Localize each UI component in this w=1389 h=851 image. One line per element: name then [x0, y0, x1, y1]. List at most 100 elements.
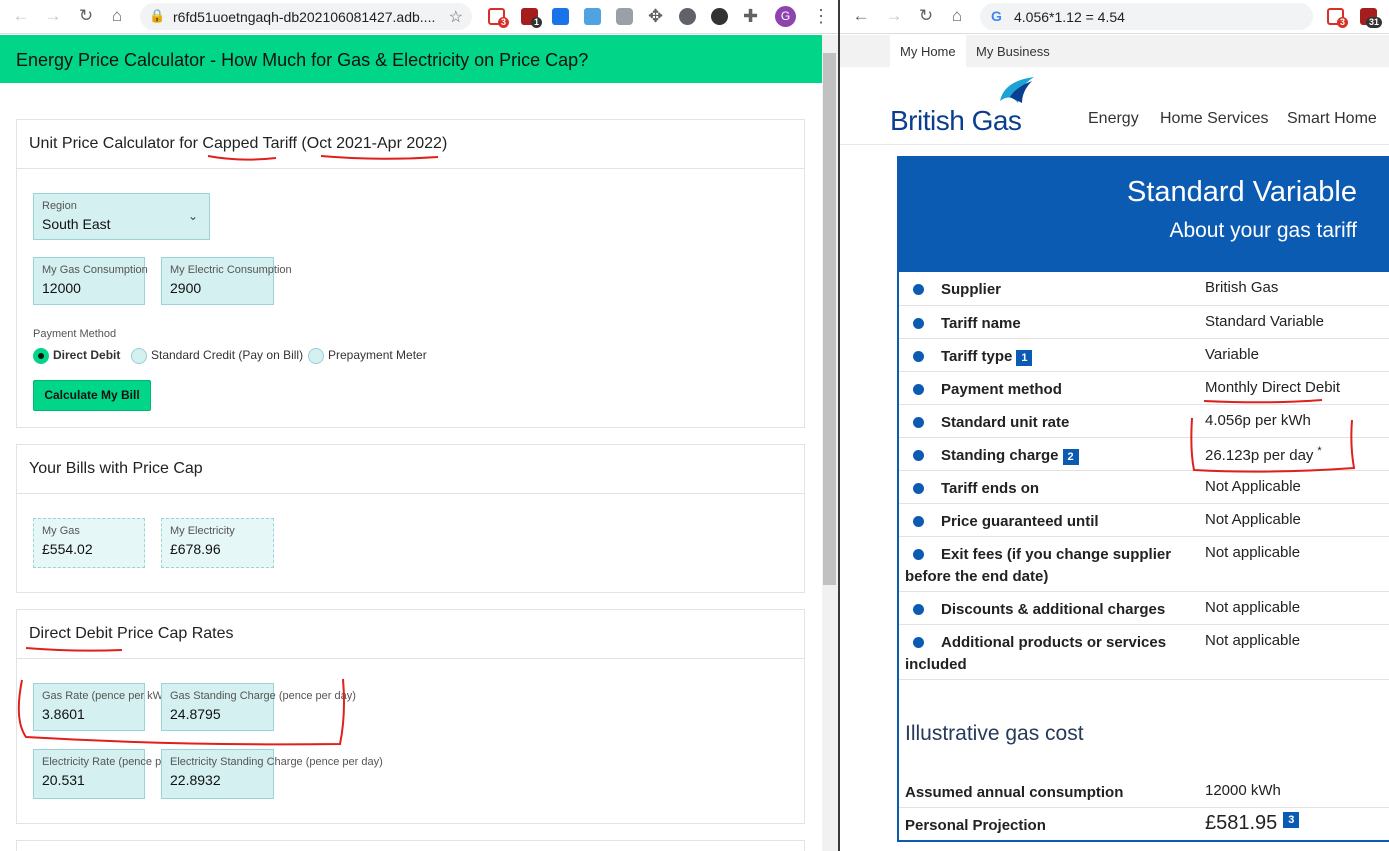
chevron-down-icon: ⌄	[187, 209, 198, 223]
electricity-rate-value: 20.531	[42, 772, 85, 788]
tariff-row: Tariff name Standard Variable	[899, 306, 1389, 339]
row-value: Not applicable	[1205, 544, 1301, 561]
region-select[interactable]: Region South East ⌄	[33, 193, 210, 240]
image-extension-icon[interactable]	[584, 8, 601, 25]
illustrative-cost-heading: Illustrative gas cost	[905, 722, 1084, 745]
reload-icon[interactable]: ↻	[75, 5, 97, 27]
reload-icon[interactable]: ↻	[915, 5, 937, 27]
todo-extension-icon[interactable]	[552, 8, 569, 25]
tab-my-business[interactable]: My Business	[966, 35, 1060, 67]
back-icon[interactable]: ←	[10, 5, 32, 27]
site-main-nav: British Gas Energy Home Services Smart H…	[840, 67, 1389, 145]
gas-standing-charge-field[interactable]: Gas Standing Charge (pence per day) 24.8…	[161, 683, 356, 731]
electric-consumption-value: 2900	[170, 280, 202, 296]
gas-bill-value: £554.02	[42, 541, 93, 557]
avatar[interactable]: G	[775, 6, 796, 27]
nav-home-services[interactable]: Home Services	[1160, 110, 1268, 128]
calculator-card-title: Unit Price Calculator for Capped Tariff …	[17, 120, 804, 169]
electric-consumption-label: My Electric Consumption	[170, 264, 292, 276]
info-badge[interactable]: 2	[1062, 449, 1079, 465]
camera-icon[interactable]	[616, 8, 633, 25]
calendar-badge: 1	[531, 17, 543, 28]
radio-direct-debit-label: Direct Debit	[53, 348, 121, 363]
row-value: Not Applicable	[1205, 478, 1301, 495]
radio-direct-debit[interactable]: Direct Debit	[33, 348, 120, 366]
gas-rate-field[interactable]: Gas Rate (pence per kWh) 3.8601	[33, 683, 173, 731]
radio-dot-selected	[33, 348, 49, 364]
row-key: Standard unit rate	[941, 414, 1070, 431]
flame-logo-icon	[1000, 77, 1034, 103]
address-bar[interactable]: 🔒 r6fd51uoetngaqh-db202106081427.adb....…	[140, 3, 472, 30]
move-icon[interactable]: ✥	[648, 7, 663, 25]
fire-extension-icon[interactable]	[711, 8, 728, 25]
row-key: Price guaranteed until	[941, 513, 1099, 530]
calendar-badge: 31	[1366, 17, 1383, 28]
menu-icon[interactable]: ⋮	[812, 7, 830, 25]
radio-dot	[308, 348, 324, 364]
radio-standard-credit[interactable]: Standard Credit (Pay on Bill)	[131, 348, 303, 366]
electricity-bill-value: £678.96	[170, 541, 221, 557]
gas-consumption-label: My Gas Consumption	[42, 264, 148, 276]
lock-icon: 🔒	[149, 8, 166, 23]
puzzle-icon[interactable]: ✚	[743, 7, 758, 25]
row-value: Not Applicable	[1205, 511, 1301, 528]
row-value: British Gas	[1205, 279, 1279, 296]
gas-standing-charge-label: Gas Standing Charge (pence per day)	[170, 690, 356, 702]
electricity-rate-field[interactable]: Electricity Rate (pence per kWh) 20.531	[33, 749, 200, 799]
electricity-standing-charge-field[interactable]: Electricity Standing Charge (pence per d…	[161, 749, 383, 799]
row-key: Payment method	[941, 381, 1062, 398]
bills-card-title: Your Bills with Price Cap	[17, 445, 804, 494]
gmail-badge: 3	[498, 17, 510, 28]
row-key: Assumed annual consumption	[905, 784, 1124, 801]
info-badge[interactable]: 3	[1283, 812, 1300, 828]
next-card	[16, 840, 805, 851]
tariff-row: Standing charge 2 26.123p per day *	[899, 438, 1389, 471]
home-icon[interactable]: ⌂	[106, 5, 128, 27]
row-key: Tariff ends on	[941, 480, 1040, 497]
tariff-subheading: About your gas tariff	[1169, 219, 1357, 242]
tab-my-home[interactable]: My Home	[890, 35, 966, 67]
radio-prepayment[interactable]: Prepayment Meter	[308, 348, 427, 366]
forward-icon[interactable]: →	[42, 5, 64, 27]
tariff-info-box: Standard Variable About your gas tariff …	[897, 156, 1389, 842]
tariff-row: Standard unit rate 4.056p per kWh	[899, 405, 1389, 438]
row-key: Tariff type	[941, 348, 1013, 365]
row-value-with-note: 26.123p per day *	[1205, 445, 1322, 464]
address-bar[interactable]: G 4.056*1.12 = 4.54	[980, 3, 1313, 30]
tariff-row: Payment method Monthly Direct Debit	[899, 372, 1389, 405]
tariff-header: Standard Variable About your gas tariff	[899, 158, 1389, 272]
gas-bill-label: My Gas	[42, 525, 80, 537]
row-key: Personal Projection	[905, 817, 1046, 834]
right-browser-toolbar: ← → ↻ ⌂ G 4.056*1.12 = 4.54 3 31	[840, 0, 1389, 34]
radio-standard-credit-label: Standard Credit (Pay on Bill)	[151, 348, 304, 363]
british-gas-logo[interactable]: British Gas	[890, 105, 1022, 137]
row-key: Exit fees (if you change supplier before…	[905, 546, 1172, 585]
vimium-extension-icon[interactable]	[679, 8, 696, 25]
tariff-row: Tariff type 1 Variable	[899, 339, 1389, 372]
forward-icon[interactable]: →	[883, 5, 905, 27]
tariff-row: Additional products or services included…	[899, 625, 1389, 680]
star-icon[interactable]: ☆	[449, 7, 463, 27]
radio-prepayment-label: Prepayment Meter	[328, 348, 427, 363]
row-value: 4.056p per kWh	[1205, 412, 1311, 429]
gmail-badge: 3	[1337, 17, 1349, 28]
page-banner: Energy Price Calculator - How Much for G…	[0, 35, 822, 83]
row-value: Not applicable	[1205, 632, 1301, 649]
scrollbar-thumb[interactable]	[823, 53, 836, 585]
tariff-row: Exit fees (if you change supplier before…	[899, 537, 1389, 592]
back-icon[interactable]: ←	[850, 5, 872, 27]
nav-smart-home[interactable]: Smart Home	[1287, 110, 1377, 128]
nav-energy[interactable]: Energy	[1088, 110, 1139, 128]
gas-consumption-input[interactable]: My Gas Consumption 12000	[33, 257, 148, 305]
row-key-with-info: Tariff type 1	[905, 346, 1195, 368]
info-badge[interactable]: 1	[1016, 350, 1033, 366]
calculate-button[interactable]: Calculate My Bill	[33, 380, 151, 411]
gas-consumption-value: 12000	[42, 280, 81, 296]
footnote-mark: *	[1317, 445, 1322, 457]
row-key-with-info: Standing charge 2	[905, 445, 1195, 467]
assumed-consumption-row: Assumed annual consumption 12000 kWh	[899, 775, 1389, 808]
home-icon[interactable]: ⌂	[946, 5, 968, 27]
row-value: Monthly Direct Debit	[1205, 379, 1341, 396]
electric-consumption-input[interactable]: My Electric Consumption 2900	[161, 257, 292, 305]
row-key: Supplier	[941, 281, 1002, 298]
